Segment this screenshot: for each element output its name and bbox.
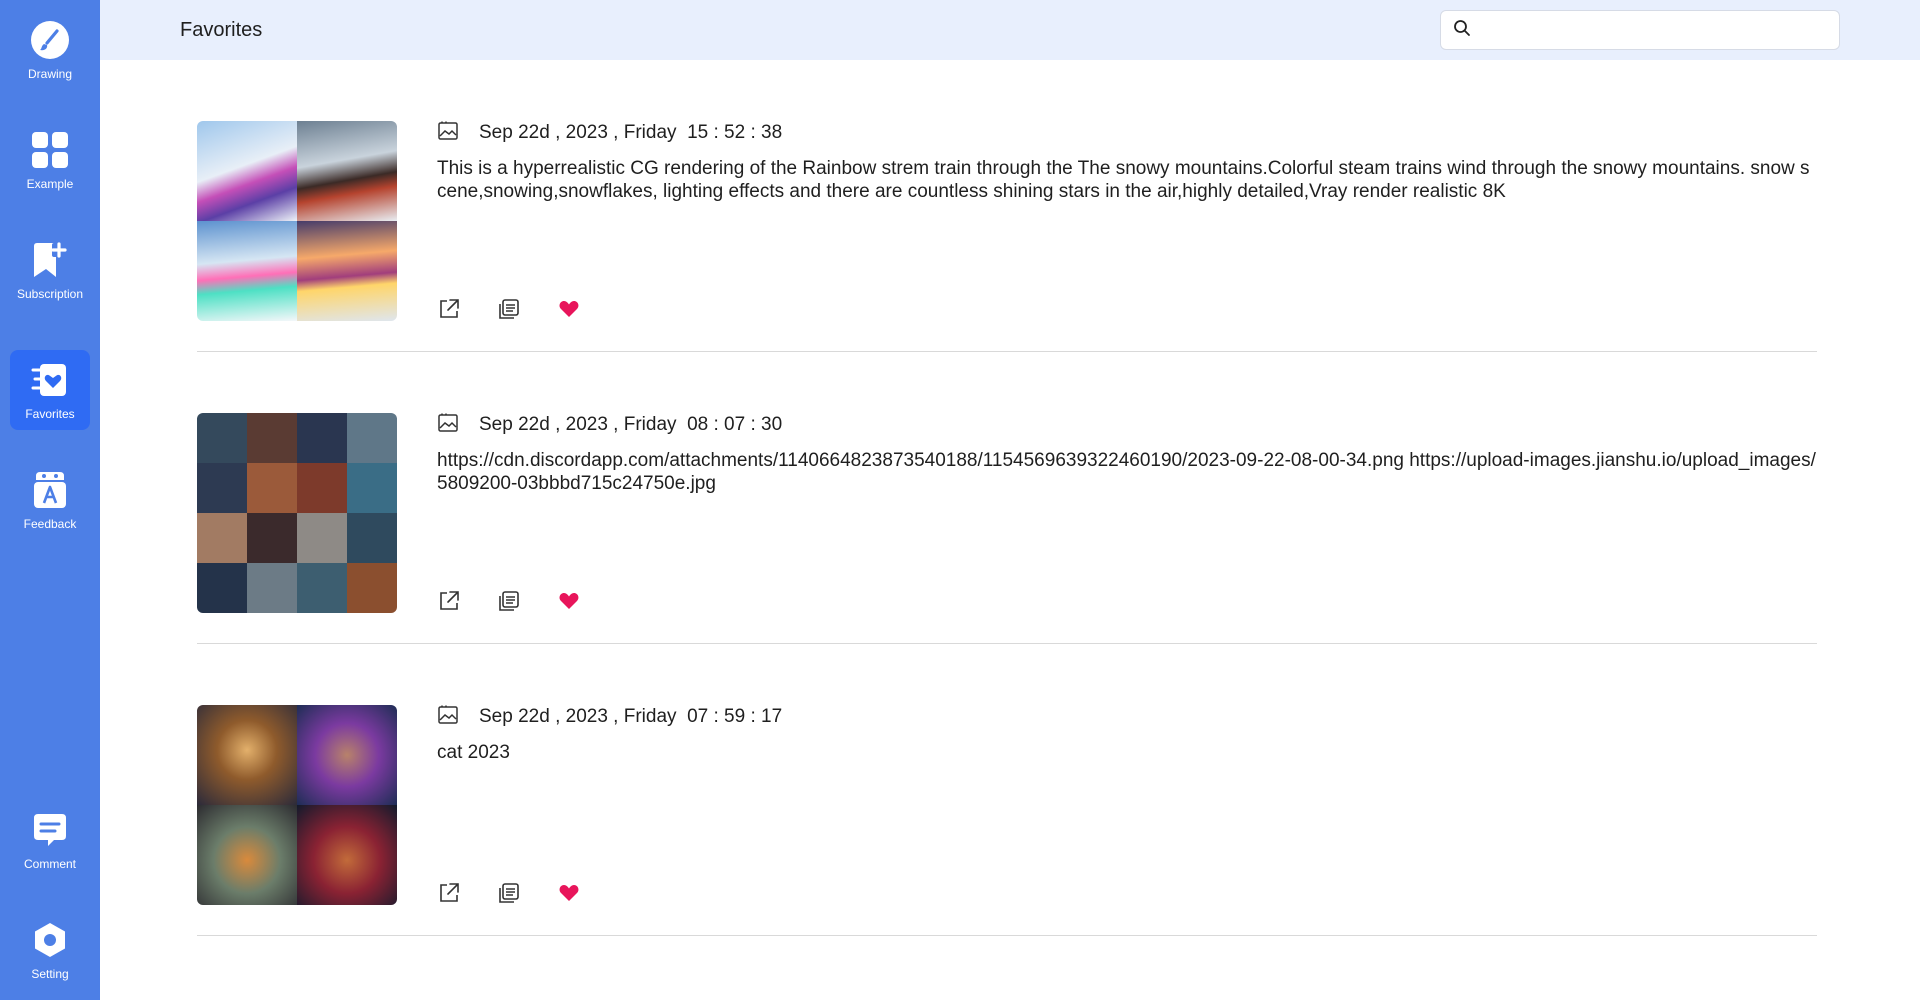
card-actions bbox=[437, 297, 617, 321]
search-input[interactable] bbox=[1479, 12, 1839, 48]
copy-text-icon[interactable] bbox=[497, 297, 521, 321]
search-box[interactable] bbox=[1440, 10, 1840, 50]
favorites-list: Sep 22d , 2023 , Friday 15 : 52 : 38 Thi… bbox=[197, 60, 1817, 1000]
copy-text-icon[interactable] bbox=[497, 881, 521, 905]
header-bar: Favorites bbox=[100, 0, 1920, 60]
sidebar-item-label: Subscription bbox=[16, 287, 84, 301]
favorite-heart-icon[interactable] bbox=[557, 297, 581, 321]
sidebar-item-feedback[interactable]: Feedback bbox=[10, 460, 90, 540]
card-description: This is a hyperrealistic CG rendering of… bbox=[437, 158, 1810, 202]
favorite-card: Sep 22d , 2023 , Friday 07 : 59 : 17 cat… bbox=[197, 644, 1817, 936]
card-meta: Sep 22d , 2023 , Friday 15 : 52 : 38 bbox=[437, 121, 782, 145]
sidebar-item-example[interactable]: Example bbox=[10, 120, 90, 200]
card-meta: Sep 22d , 2023 , Friday 08 : 07 : 30 bbox=[437, 413, 782, 437]
sidebar-item-label: Drawing bbox=[27, 67, 72, 81]
favorite-heart-icon[interactable] bbox=[557, 589, 581, 613]
sidebar-item-label: Feedback bbox=[23, 517, 77, 531]
favorite-heart-icon[interactable] bbox=[557, 881, 581, 905]
sidebar-item-subscription[interactable]: Subscription bbox=[10, 230, 90, 310]
card-description: https://cdn.discordapp.com/attachments/1… bbox=[437, 450, 1816, 494]
sidebar-item-label: Setting bbox=[31, 967, 69, 981]
hexagon-settings-icon bbox=[29, 919, 71, 961]
open-external-icon[interactable] bbox=[437, 881, 461, 905]
card-actions bbox=[437, 589, 617, 613]
page-title: Favorites bbox=[180, 19, 263, 41]
favorite-card: Sep 22d , 2023 , Friday 08 : 07 : 30 htt… bbox=[197, 352, 1817, 644]
grid-icon bbox=[29, 129, 71, 171]
sidebar-item-label: Favorites bbox=[25, 407, 75, 421]
search-icon bbox=[1453, 19, 1471, 42]
sidebar-item-label: Comment bbox=[23, 857, 76, 871]
open-external-icon[interactable] bbox=[437, 297, 461, 321]
sidebar-item-setting[interactable]: Setting bbox=[10, 910, 90, 990]
brush-icon bbox=[29, 19, 71, 61]
card-date: Sep 22d , 2023 , Friday 08 : 07 : 30 bbox=[479, 414, 783, 435]
card-actions bbox=[437, 881, 617, 905]
open-external-icon[interactable] bbox=[437, 589, 461, 613]
heart-list-icon bbox=[29, 359, 71, 401]
comment-icon bbox=[29, 809, 71, 851]
bookmark-plus-icon bbox=[29, 239, 71, 281]
sidebar-item-comment[interactable]: Comment bbox=[10, 800, 90, 880]
thumbnail-image[interactable] bbox=[197, 413, 397, 613]
thumbnail-image[interactable] bbox=[197, 121, 397, 321]
favorite-card: Sep 22d , 2023 , Friday 15 : 52 : 38 Thi… bbox=[197, 60, 1817, 352]
feedback-icon bbox=[29, 469, 71, 511]
sidebar-item-favorites[interactable]: Favorites bbox=[10, 350, 90, 430]
sidebar-item-label: Example bbox=[26, 177, 74, 191]
sidebar: Drawing Example Subscription Favorites F… bbox=[0, 0, 100, 1000]
sidebar-item-drawing[interactable]: Drawing bbox=[10, 10, 90, 90]
card-meta: Sep 22d , 2023 , Friday 07 : 59 : 17 bbox=[437, 705, 782, 729]
card-description: cat 2023 bbox=[437, 742, 510, 763]
image-icon bbox=[437, 704, 459, 731]
image-icon bbox=[437, 120, 459, 147]
card-date: Sep 22d , 2023 , Friday 07 : 59 : 17 bbox=[479, 706, 783, 727]
thumbnail-image[interactable] bbox=[197, 705, 397, 905]
copy-text-icon[interactable] bbox=[497, 589, 521, 613]
card-date: Sep 22d , 2023 , Friday 15 : 52 : 38 bbox=[479, 122, 783, 143]
image-icon bbox=[437, 412, 459, 439]
